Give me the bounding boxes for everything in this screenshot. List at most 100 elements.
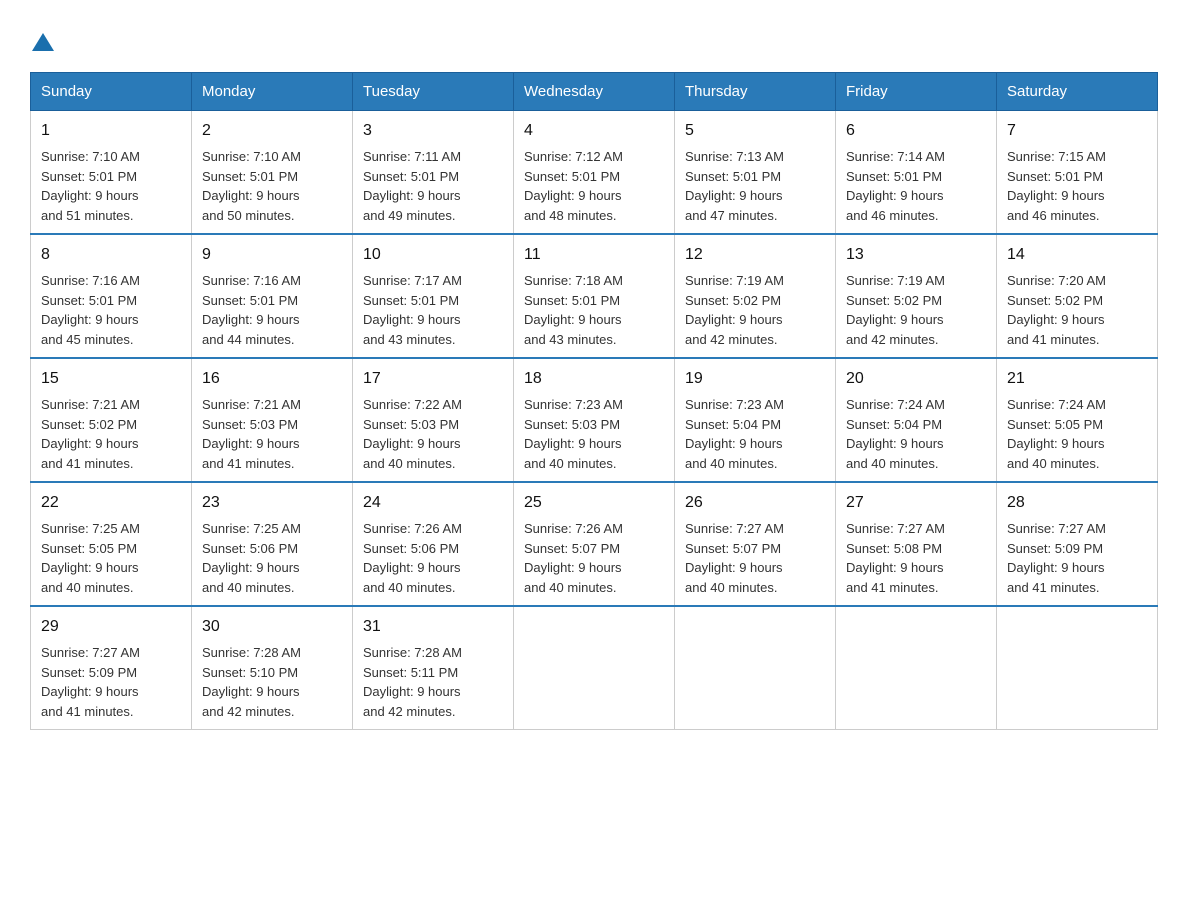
day-daylight-cont: and 46 minutes. xyxy=(1007,208,1100,223)
day-daylight-cont: and 42 minutes. xyxy=(685,332,778,347)
calendar-cell: 28Sunrise: 7:27 AMSunset: 5:09 PMDayligh… xyxy=(997,482,1158,606)
header-sunday: Sunday xyxy=(31,73,192,111)
day-sunset: Sunset: 5:04 PM xyxy=(685,417,781,432)
day-daylight-cont: and 49 minutes. xyxy=(363,208,456,223)
day-sunset: Sunset: 5:05 PM xyxy=(1007,417,1103,432)
calendar-cell: 20Sunrise: 7:24 AMSunset: 5:04 PMDayligh… xyxy=(836,358,997,482)
day-daylight-cont: and 40 minutes. xyxy=(846,456,939,471)
day-daylight: Daylight: 9 hours xyxy=(41,684,139,699)
day-sunrise: Sunrise: 7:20 AM xyxy=(1007,273,1106,288)
day-daylight: Daylight: 9 hours xyxy=(1007,436,1105,451)
calendar-cell: 10Sunrise: 7:17 AMSunset: 5:01 PMDayligh… xyxy=(353,234,514,358)
day-daylight: Daylight: 9 hours xyxy=(363,684,461,699)
day-daylight: Daylight: 9 hours xyxy=(41,188,139,203)
day-sunrise: Sunrise: 7:16 AM xyxy=(202,273,301,288)
calendar-cell xyxy=(514,606,675,730)
day-sunset: Sunset: 5:11 PM xyxy=(363,665,458,680)
day-daylight-cont: and 46 minutes. xyxy=(846,208,939,223)
day-daylight-cont: and 41 minutes. xyxy=(1007,580,1100,595)
day-daylight-cont: and 41 minutes. xyxy=(846,580,939,595)
day-sunset: Sunset: 5:02 PM xyxy=(846,293,942,308)
day-sunset: Sunset: 5:05 PM xyxy=(41,541,137,556)
day-number: 12 xyxy=(685,243,825,267)
calendar-cell xyxy=(997,606,1158,730)
day-daylight-cont: and 40 minutes. xyxy=(685,456,778,471)
day-daylight: Daylight: 9 hours xyxy=(685,436,783,451)
day-daylight-cont: and 45 minutes. xyxy=(41,332,134,347)
calendar-cell: 1Sunrise: 7:10 AMSunset: 5:01 PMDaylight… xyxy=(31,111,192,235)
header-friday: Friday xyxy=(836,73,997,111)
day-number: 14 xyxy=(1007,243,1147,267)
day-daylight: Daylight: 9 hours xyxy=(1007,312,1105,327)
day-sunrise: Sunrise: 7:13 AM xyxy=(685,149,784,164)
day-sunrise: Sunrise: 7:16 AM xyxy=(41,273,140,288)
day-sunrise: Sunrise: 7:28 AM xyxy=(363,645,462,660)
calendar-cell: 25Sunrise: 7:26 AMSunset: 5:07 PMDayligh… xyxy=(514,482,675,606)
calendar-cell: 19Sunrise: 7:23 AMSunset: 5:04 PMDayligh… xyxy=(675,358,836,482)
calendar-cell: 12Sunrise: 7:19 AMSunset: 5:02 PMDayligh… xyxy=(675,234,836,358)
day-daylight: Daylight: 9 hours xyxy=(202,188,300,203)
day-number: 11 xyxy=(524,243,664,267)
calendar-week-row: 29Sunrise: 7:27 AMSunset: 5:09 PMDayligh… xyxy=(31,606,1158,730)
calendar-cell: 9Sunrise: 7:16 AMSunset: 5:01 PMDaylight… xyxy=(192,234,353,358)
calendar-cell: 6Sunrise: 7:14 AMSunset: 5:01 PMDaylight… xyxy=(836,111,997,235)
calendar-header-row: SundayMondayTuesdayWednesdayThursdayFrid… xyxy=(31,73,1158,111)
day-daylight-cont: and 48 minutes. xyxy=(524,208,617,223)
day-number: 13 xyxy=(846,243,986,267)
calendar-table: SundayMondayTuesdayWednesdayThursdayFrid… xyxy=(30,72,1158,730)
header-monday: Monday xyxy=(192,73,353,111)
header-tuesday: Tuesday xyxy=(353,73,514,111)
day-daylight: Daylight: 9 hours xyxy=(202,312,300,327)
calendar-cell: 30Sunrise: 7:28 AMSunset: 5:10 PMDayligh… xyxy=(192,606,353,730)
day-number: 6 xyxy=(846,119,986,143)
day-number: 5 xyxy=(685,119,825,143)
day-sunrise: Sunrise: 7:11 AM xyxy=(363,149,461,164)
calendar-cell: 4Sunrise: 7:12 AMSunset: 5:01 PMDaylight… xyxy=(514,111,675,235)
day-sunrise: Sunrise: 7:22 AM xyxy=(363,397,462,412)
calendar-cell: 16Sunrise: 7:21 AMSunset: 5:03 PMDayligh… xyxy=(192,358,353,482)
day-daylight-cont: and 47 minutes. xyxy=(685,208,778,223)
day-daylight-cont: and 44 minutes. xyxy=(202,332,295,347)
calendar-week-row: 22Sunrise: 7:25 AMSunset: 5:05 PMDayligh… xyxy=(31,482,1158,606)
calendar-cell: 31Sunrise: 7:28 AMSunset: 5:11 PMDayligh… xyxy=(353,606,514,730)
day-daylight: Daylight: 9 hours xyxy=(1007,560,1105,575)
day-daylight: Daylight: 9 hours xyxy=(846,188,944,203)
day-daylight: Daylight: 9 hours xyxy=(41,560,139,575)
day-number: 7 xyxy=(1007,119,1147,143)
day-daylight-cont: and 40 minutes. xyxy=(1007,456,1100,471)
day-daylight-cont: and 40 minutes. xyxy=(524,456,617,471)
day-number: 23 xyxy=(202,491,342,515)
day-number: 20 xyxy=(846,367,986,391)
day-number: 8 xyxy=(41,243,181,267)
day-sunset: Sunset: 5:10 PM xyxy=(202,665,298,680)
day-daylight-cont: and 41 minutes. xyxy=(41,704,134,719)
day-sunset: Sunset: 5:01 PM xyxy=(202,169,298,184)
calendar-week-row: 1Sunrise: 7:10 AMSunset: 5:01 PMDaylight… xyxy=(31,111,1158,235)
day-daylight-cont: and 42 minutes. xyxy=(846,332,939,347)
calendar-cell: 23Sunrise: 7:25 AMSunset: 5:06 PMDayligh… xyxy=(192,482,353,606)
calendar-week-row: 8Sunrise: 7:16 AMSunset: 5:01 PMDaylight… xyxy=(31,234,1158,358)
day-daylight-cont: and 40 minutes. xyxy=(363,456,456,471)
header-saturday: Saturday xyxy=(997,73,1158,111)
day-sunset: Sunset: 5:09 PM xyxy=(1007,541,1103,556)
day-number: 28 xyxy=(1007,491,1147,515)
day-daylight: Daylight: 9 hours xyxy=(685,188,783,203)
calendar-cell xyxy=(836,606,997,730)
day-daylight: Daylight: 9 hours xyxy=(846,312,944,327)
day-daylight: Daylight: 9 hours xyxy=(363,436,461,451)
calendar-cell: 7Sunrise: 7:15 AMSunset: 5:01 PMDaylight… xyxy=(997,111,1158,235)
day-sunset: Sunset: 5:01 PM xyxy=(363,169,459,184)
day-sunset: Sunset: 5:06 PM xyxy=(363,541,459,556)
day-sunrise: Sunrise: 7:10 AM xyxy=(41,149,140,164)
day-daylight-cont: and 50 minutes. xyxy=(202,208,295,223)
day-daylight: Daylight: 9 hours xyxy=(202,560,300,575)
calendar-cell: 3Sunrise: 7:11 AMSunset: 5:01 PMDaylight… xyxy=(353,111,514,235)
day-sunrise: Sunrise: 7:24 AM xyxy=(1007,397,1106,412)
calendar-cell: 29Sunrise: 7:27 AMSunset: 5:09 PMDayligh… xyxy=(31,606,192,730)
page-header xyxy=(30,20,1158,56)
day-daylight-cont: and 51 minutes. xyxy=(41,208,134,223)
calendar-week-row: 15Sunrise: 7:21 AMSunset: 5:02 PMDayligh… xyxy=(31,358,1158,482)
day-sunrise: Sunrise: 7:17 AM xyxy=(363,273,462,288)
day-sunset: Sunset: 5:07 PM xyxy=(685,541,781,556)
day-daylight: Daylight: 9 hours xyxy=(524,188,622,203)
